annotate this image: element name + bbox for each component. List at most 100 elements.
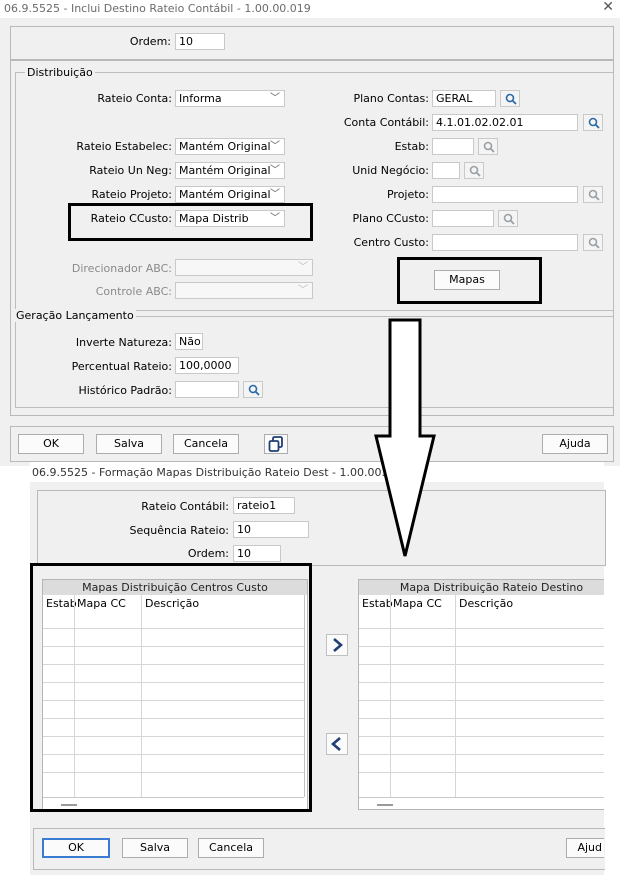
search-icon[interactable] xyxy=(478,138,498,155)
salva-button[interactable]: Salva xyxy=(96,434,162,454)
highlight-box-grid xyxy=(30,563,312,812)
ordem-panel xyxy=(10,26,614,60)
distribuicao-group-title: Distribuição xyxy=(25,66,95,79)
chevron-down-icon: ﹀ xyxy=(270,141,280,152)
rateio-contabil-label: Rateio Contábil: xyxy=(141,500,229,513)
scroll-thumb[interactable] xyxy=(377,804,393,806)
mapa-distribuicao-rateio-destino-grid[interactable]: Mapa Distribuição Rateio Destino Estab M… xyxy=(358,579,604,810)
grid-column-mapa-cc: Mapa CC xyxy=(393,597,442,610)
sequencia-rateio-input[interactable]: 10 xyxy=(233,521,309,538)
mapas-header-panel xyxy=(37,490,606,566)
conta-contabil-input[interactable]: 4.1.01.02.02.01 xyxy=(432,114,578,131)
grid-divider xyxy=(455,595,456,797)
sequencia-rateio-label: Sequência Rateio: xyxy=(129,524,230,537)
grid-horizontal-scrollbar[interactable] xyxy=(359,797,604,798)
historico-padrao-label: Histórico Padrão: xyxy=(78,384,172,397)
centro-custo-label: Centro Custo: xyxy=(353,236,429,249)
highlight-box-rateio-ccusto xyxy=(68,203,313,241)
mapas-salva-button[interactable]: Salva xyxy=(122,838,188,858)
down-arrow-annotation-icon xyxy=(374,318,436,557)
table-row[interactable] xyxy=(359,682,604,683)
estab-input[interactable] xyxy=(432,138,474,155)
rateio-un-neg-label: Rateio Un Neg: xyxy=(89,164,172,177)
grid-title: Mapa Distribuição Rateio Destino xyxy=(359,580,604,595)
rateio-conta-select[interactable]: Informa ﹀ xyxy=(175,90,285,107)
chevron-down-icon: ﹀ xyxy=(298,262,308,273)
table-row[interactable] xyxy=(359,754,604,755)
inverte-natureza-label: Inverte Natureza: xyxy=(75,336,172,349)
table-row[interactable] xyxy=(359,736,604,737)
mapas-window-title: 06.9.5525 - Formação Mapas Distribuição … xyxy=(32,466,406,479)
chevron-down-icon: ﹀ xyxy=(270,165,280,176)
centro-custo-input[interactable] xyxy=(432,234,578,251)
mapas-ajuda-button[interactable]: Ajud xyxy=(566,838,604,858)
plano-contas-label: Plano Contas: xyxy=(353,92,429,105)
highlight-box-mapas xyxy=(397,257,542,304)
ok-button[interactable]: OK xyxy=(18,434,84,454)
grid-divider xyxy=(390,595,391,797)
table-row[interactable] xyxy=(359,628,604,629)
window-title: 06.9.5525 - Inclui Destino Rateio Contáb… xyxy=(4,2,311,15)
ajuda-button[interactable]: Ajuda xyxy=(542,434,608,454)
mapas-cancela-button[interactable]: Cancela xyxy=(198,838,264,858)
controle-abc-label: Controle ABC: xyxy=(95,285,172,298)
rateio-projeto-value: Mantém Original xyxy=(179,188,271,201)
rateio-un-neg-select[interactable]: Mantém Original ﹀ xyxy=(175,162,285,179)
ordem-input[interactable]: 10 xyxy=(175,33,225,50)
direcionador-abc-select[interactable]: ﹀ xyxy=(175,259,313,276)
rateio-conta-label: Rateio Conta: xyxy=(97,92,172,105)
plano-contas-input[interactable]: GERAL xyxy=(432,90,496,107)
plano-ccusto-label: Plano CCusto: xyxy=(352,212,429,225)
rateio-un-neg-value: Mantém Original xyxy=(179,164,271,177)
unid-negocio-input[interactable] xyxy=(432,162,460,179)
search-icon[interactable] xyxy=(500,90,520,107)
inverte-natureza-input[interactable]: Não xyxy=(175,333,203,350)
conta-contabil-label: Conta Contábil: xyxy=(343,116,429,129)
search-icon[interactable] xyxy=(583,234,603,251)
table-row[interactable] xyxy=(359,718,604,719)
mapas-button-bar xyxy=(33,828,605,870)
rateio-contabil-input[interactable]: rateio1 xyxy=(233,497,295,514)
grid-column-descricao: Descrição xyxy=(459,597,514,610)
percentual-rateio-input[interactable]: 100,0000 xyxy=(175,357,239,374)
table-row[interactable] xyxy=(359,664,604,665)
projeto-label: Projeto: xyxy=(386,188,429,201)
search-icon[interactable] xyxy=(464,162,484,179)
rateio-estabelec-label: Rateio Estabelec: xyxy=(76,140,172,153)
mapas-ok-button[interactable]: OK xyxy=(42,838,110,858)
arrow-left-icon[interactable] xyxy=(326,733,348,755)
search-icon[interactable] xyxy=(583,114,603,131)
ordem-label: Ordem: xyxy=(129,35,171,48)
controle-abc-select[interactable]: ﹀ xyxy=(175,282,313,299)
chevron-down-icon: ﹀ xyxy=(270,93,280,104)
table-row[interactable] xyxy=(359,772,604,773)
cancela-button[interactable]: Cancela xyxy=(173,434,239,454)
estab-label: Estab: xyxy=(394,140,429,153)
historico-padrao-input[interactable] xyxy=(175,381,239,398)
arrow-right-icon[interactable] xyxy=(326,634,348,656)
mapas-window-title-bar: 06.9.5525 - Formação Mapas Distribuição … xyxy=(30,462,604,482)
table-row[interactable] xyxy=(359,700,604,701)
rateio-projeto-select[interactable]: Mantém Original ﹀ xyxy=(175,186,285,203)
rateio-projeto-label: Rateio Projeto: xyxy=(91,188,172,201)
rateio-estabelec-select[interactable]: Mantém Original ﹀ xyxy=(175,138,285,155)
percentual-rateio-label: Percentual Rateio: xyxy=(71,360,172,373)
mapas-ordem-input[interactable]: 10 xyxy=(233,545,281,562)
plano-ccusto-input[interactable] xyxy=(432,210,494,227)
window-title-bar: 06.9.5525 - Inclui Destino Rateio Contáb… xyxy=(0,0,620,18)
close-icon[interactable]: ✕ xyxy=(602,0,614,15)
search-icon[interactable] xyxy=(243,381,263,398)
search-icon[interactable] xyxy=(583,186,603,203)
mapas-ordem-label: Ordem: xyxy=(187,547,229,560)
copy-icon[interactable] xyxy=(264,434,288,454)
chevron-down-icon: ﹀ xyxy=(298,285,308,296)
search-icon[interactable] xyxy=(498,210,518,227)
unid-negocio-label: Unid Negócio: xyxy=(352,164,429,177)
rateio-conta-value: Informa xyxy=(179,92,222,105)
chevron-down-icon: ﹀ xyxy=(270,189,280,200)
grid-column-estab: Estab xyxy=(362,597,393,610)
table-row[interactable] xyxy=(359,646,604,647)
rateio-estabelec-value: Mantém Original xyxy=(179,140,271,153)
projeto-input[interactable] xyxy=(432,186,578,203)
direcionador-abc-label: Direcionador ABC: xyxy=(71,262,172,275)
